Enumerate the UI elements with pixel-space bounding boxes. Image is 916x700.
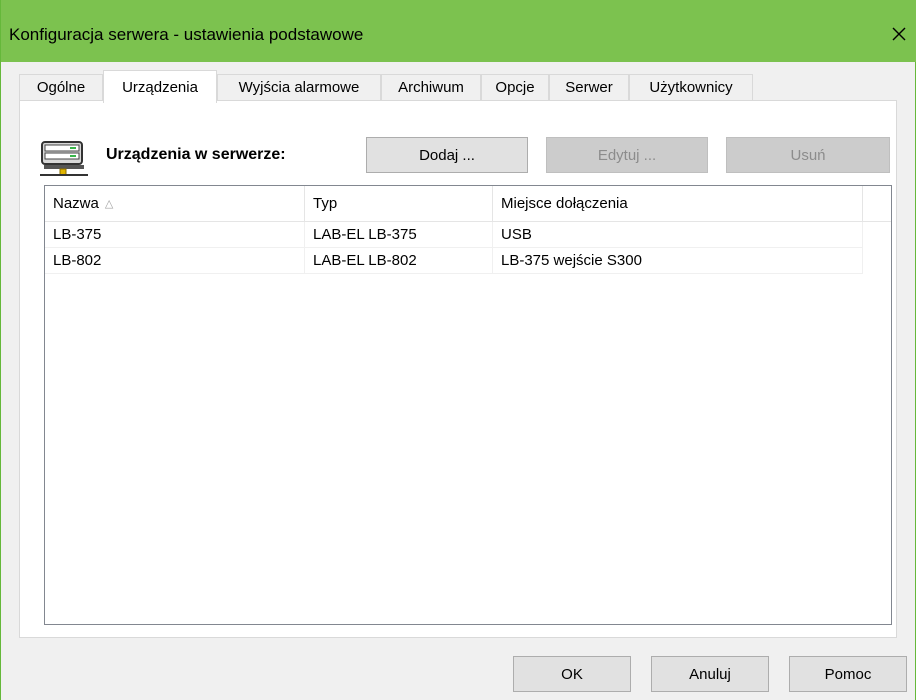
cell-nazwa: LB-375 — [45, 222, 305, 248]
tab-wyjscia-alarmowe[interactable]: Wyjścia alarmowe — [217, 74, 381, 100]
tab-label: Wyjścia alarmowe — [238, 79, 360, 96]
server-icon — [40, 141, 88, 176]
column-header-miejsce-dolaczenia[interactable]: Miejsce dołączenia — [493, 186, 863, 222]
window-title: Konfiguracja serwera - ustawienia podsta… — [9, 25, 364, 44]
tab-urzadzenia[interactable]: Urządzenia — [103, 70, 217, 103]
tab-label: Opcje — [495, 79, 535, 96]
cell-miejsce: USB — [493, 222, 863, 248]
help-label: Pomoc — [824, 665, 872, 683]
tab-uzytkownicy[interactable]: Użytkownicy — [629, 74, 753, 100]
table-row[interactable]: LB-802 LAB-EL LB-802 LB-375 wejście S300 — [45, 248, 863, 274]
tab-serwer[interactable]: Serwer — [549, 74, 629, 100]
add-device-label: Dodaj ... — [419, 146, 475, 164]
column-header-label: Nazwa — [53, 195, 99, 212]
tab-opcje[interactable]: Opcje — [481, 74, 549, 100]
tab-archiwum[interactable]: Archiwum — [381, 74, 481, 100]
sort-ascending-icon: △ — [104, 198, 114, 210]
close-icon — [892, 27, 906, 41]
cancel-button[interactable]: Anuluj — [651, 656, 769, 692]
column-header-filler — [863, 186, 891, 222]
cell-miejsce: LB-375 wejście S300 — [493, 248, 863, 274]
help-button[interactable]: Pomoc — [789, 656, 907, 692]
ok-label: OK — [561, 665, 583, 683]
column-header-label: Typ — [313, 195, 338, 212]
cell-nazwa: LB-802 — [45, 248, 305, 274]
cell-typ: LAB-EL LB-375 — [305, 222, 493, 248]
column-header-label: Miejsce dołączenia — [501, 195, 628, 212]
tab-ogolne[interactable]: Ogólne — [19, 74, 103, 100]
edit-device-label: Edytuj ... — [597, 146, 657, 164]
devices-section-label: Urządzenia w serwerze: — [106, 146, 286, 163]
device-list-header: Nazwa △ Typ Miejsce dołączenia — [45, 186, 891, 222]
ok-button[interactable]: OK — [513, 656, 631, 692]
column-header-nazwa[interactable]: Nazwa △ — [45, 186, 305, 222]
tab-label: Użytkownicy — [649, 79, 733, 96]
column-header-typ[interactable]: Typ — [305, 186, 493, 222]
cell-typ: LAB-EL LB-802 — [305, 248, 493, 274]
table-row[interactable]: LB-375 LAB-EL LB-375 USB — [45, 222, 863, 248]
tab-label: Archiwum — [398, 79, 464, 96]
tab-label: Ogólne — [36, 79, 86, 96]
delete-device-label: Usuń — [790, 146, 826, 164]
edit-device-button[interactable]: Edytuj ... — [546, 137, 708, 173]
tab-strip: Ogólne Urządzenia Wyjścia alarmowe Archi… — [1, 62, 916, 103]
dialog-window: Konfiguracja serwera - ustawienia podsta… — [0, 0, 916, 700]
tab-panel-urzadzenia: Urządzenia w serwerze: Dodaj ... Edytuj … — [19, 100, 897, 638]
add-device-button[interactable]: Dodaj ... — [366, 137, 528, 173]
device-list[interactable]: Nazwa △ Typ Miejsce dołączenia LB-375 LA… — [44, 185, 892, 625]
title-bar[interactable]: Konfiguracja serwera - ustawienia podsta… — [1, 0, 916, 62]
close-button[interactable] — [885, 20, 913, 48]
delete-device-button[interactable]: Usuń — [726, 137, 890, 173]
tab-label: Urządzenia — [122, 78, 198, 96]
cancel-label: Anuluj — [689, 665, 731, 683]
tab-label: Serwer — [565, 79, 613, 96]
